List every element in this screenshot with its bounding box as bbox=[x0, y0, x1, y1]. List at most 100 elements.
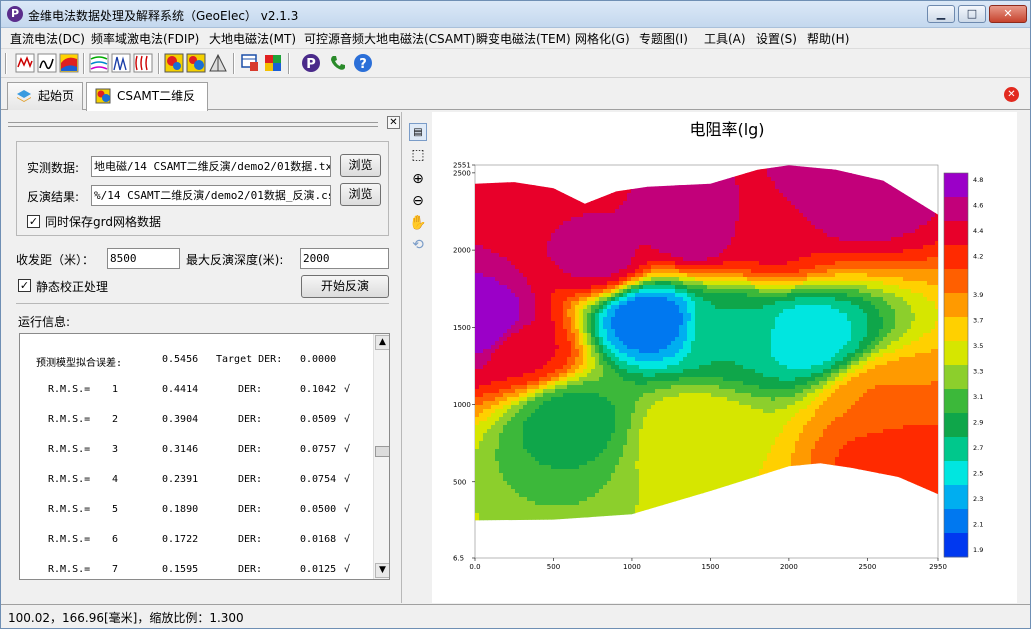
field-cell bbox=[559, 293, 564, 298]
field-cell bbox=[591, 433, 596, 438]
company-logo-icon[interactable]: P bbox=[301, 53, 321, 73]
field-cell bbox=[567, 317, 572, 322]
field-cell bbox=[499, 421, 504, 426]
color-map-icon[interactable] bbox=[59, 53, 79, 73]
field-cell bbox=[499, 253, 504, 258]
wave-lines-icon[interactable] bbox=[133, 53, 153, 73]
tab-csamt-2d-inversion[interactable]: CSAMT二维反演 bbox=[86, 82, 208, 129]
field-cell bbox=[567, 337, 572, 342]
measured-data-field[interactable]: 地电磁/14 CSAMT二维反演/demo2/01数据.txt bbox=[91, 156, 331, 177]
field-cell bbox=[511, 237, 516, 242]
resistivity-chart-panel[interactable]: 电阻率(lg) 0.0 500 1000 1500 2000 2500 2950 6.5 500… bbox=[432, 112, 1017, 603]
field-cell bbox=[547, 333, 552, 338]
zoom-in-icon[interactable]: ⊕ bbox=[409, 170, 427, 188]
field-cell bbox=[519, 301, 524, 306]
field-cell bbox=[535, 333, 540, 338]
menu-tools[interactable]: 工具(A) bbox=[704, 30, 746, 47]
distance-input[interactable]: 8500 bbox=[107, 248, 180, 269]
field-cell bbox=[571, 325, 576, 330]
menu-mt[interactable]: 大地电磁法(MT) bbox=[209, 30, 296, 47]
maximize-button[interactable]: □ bbox=[958, 5, 986, 23]
minimize-button[interactable]: ▁ bbox=[927, 5, 955, 23]
field-cell bbox=[555, 385, 560, 390]
menu-grid[interactable]: 网格化(G) bbox=[575, 30, 630, 47]
inversion-2d-icon[interactable] bbox=[186, 53, 206, 73]
line-chart-icon[interactable] bbox=[15, 53, 35, 73]
field-cell bbox=[579, 485, 584, 490]
field-cell bbox=[611, 289, 616, 294]
log-scrollbar[interactable]: ▲ ▼ bbox=[373, 334, 389, 579]
menu-fdip[interactable]: 频率域激电法(FDIP) bbox=[91, 30, 199, 47]
field-cell bbox=[559, 229, 564, 234]
field-cell bbox=[531, 357, 536, 362]
select-icon[interactable]: ▤ bbox=[409, 123, 427, 141]
static-correction-checkbox[interactable]: ✓ bbox=[18, 279, 31, 292]
field-cell bbox=[643, 501, 648, 506]
pan-hand-icon[interactable]: ✋ bbox=[409, 214, 427, 232]
close-button[interactable]: ✕ bbox=[989, 5, 1027, 23]
field-cell bbox=[515, 265, 520, 270]
field-cell bbox=[611, 505, 616, 510]
field-cell bbox=[663, 409, 668, 414]
field-cell bbox=[603, 253, 608, 258]
scroll-up-icon[interactable]: ▲ bbox=[375, 335, 389, 350]
field-cell bbox=[491, 233, 496, 238]
field-cell bbox=[515, 453, 520, 458]
menu-dc[interactable]: 直流电法(DC) bbox=[10, 30, 85, 47]
inversion-result-field[interactable]: %/14 CSAMT二维反演/demo2/01数据_反演.csv bbox=[91, 185, 331, 206]
tab-start-page[interactable]: 起始页 bbox=[7, 82, 83, 110]
contour-icon[interactable] bbox=[89, 53, 109, 73]
field-cell bbox=[555, 457, 560, 462]
triangle-icon[interactable] bbox=[208, 53, 228, 73]
field-cell bbox=[579, 353, 584, 358]
scroll-thumb[interactable] bbox=[375, 446, 389, 457]
field-cell bbox=[551, 341, 556, 346]
menu-csamt[interactable]: 可控源音频大地电磁法(CSAMT) bbox=[304, 30, 475, 47]
field-cell bbox=[543, 249, 548, 254]
close-panel-icon[interactable]: ✕ bbox=[387, 116, 400, 129]
zoom-out-icon[interactable]: ⊖ bbox=[409, 192, 427, 210]
inversion-1d-icon[interactable] bbox=[164, 53, 184, 73]
max-depth-input[interactable]: 2000 bbox=[300, 248, 389, 269]
close-tab-icon[interactable]: ✕ bbox=[1004, 87, 1019, 102]
field-cell bbox=[479, 313, 484, 318]
field-cell bbox=[495, 461, 500, 466]
field-cell bbox=[579, 273, 584, 278]
field-cell bbox=[607, 329, 612, 334]
field-cell bbox=[555, 249, 560, 254]
field-cell bbox=[519, 421, 524, 426]
menu-tem[interactable]: 瞬变电磁法(TEM) bbox=[476, 30, 571, 47]
field-cell bbox=[663, 397, 668, 402]
field-cell bbox=[547, 289, 552, 294]
help-icon[interactable]: ? bbox=[353, 53, 373, 73]
panel-grip[interactable] bbox=[8, 122, 378, 127]
fit-extent-icon[interactable]: ⬚ bbox=[409, 146, 427, 164]
field-cell bbox=[627, 509, 632, 514]
save-grd-checkbox[interactable]: ✓ bbox=[27, 215, 40, 228]
field-cell bbox=[635, 189, 640, 194]
field-cell bbox=[599, 417, 604, 422]
field-cell bbox=[587, 437, 592, 442]
field-cell bbox=[475, 269, 480, 274]
palette-grid-icon[interactable] bbox=[263, 53, 283, 73]
data-table-icon[interactable] bbox=[240, 53, 260, 73]
menu-thematic[interactable]: 专题图(I) bbox=[639, 30, 688, 47]
field-cell bbox=[483, 413, 488, 418]
start-inversion-button[interactable]: 开始反演 bbox=[301, 275, 389, 298]
refresh-icon[interactable]: ⟲ bbox=[409, 236, 427, 254]
profile-lines-icon[interactable] bbox=[111, 53, 131, 73]
field-cell bbox=[655, 477, 660, 482]
menu-help[interactable]: 帮助(H) bbox=[807, 30, 849, 47]
phone-icon[interactable] bbox=[328, 53, 348, 73]
run-info-log[interactable]: 预测模型拟合误差: 0.5456 Target DER: 0.0000 R.M.… bbox=[19, 333, 390, 580]
browse-result-button[interactable]: 浏览 bbox=[340, 183, 381, 206]
field-cell bbox=[643, 449, 648, 454]
field-cell bbox=[507, 405, 512, 410]
field-cell bbox=[479, 501, 484, 506]
browse-measured-button[interactable]: 浏览 bbox=[340, 154, 381, 177]
field-cell bbox=[479, 221, 484, 226]
menu-settings[interactable]: 设置(S) bbox=[756, 30, 797, 47]
scroll-down-icon[interactable]: ▼ bbox=[375, 563, 389, 578]
field-cell bbox=[595, 509, 600, 514]
sounding-curve-icon[interactable] bbox=[37, 53, 57, 73]
